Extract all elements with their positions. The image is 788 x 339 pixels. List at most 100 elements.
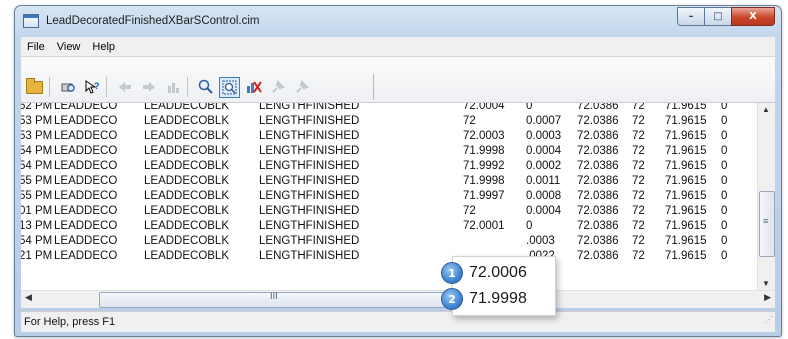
menu-help[interactable]: Help xyxy=(86,41,121,53)
minimize-button[interactable]: – xyxy=(677,7,705,26)
lcl-cell: 71.9615 xyxy=(665,145,707,157)
ucl-cell: 72.0386 xyxy=(577,145,619,157)
pin-icon[interactable] xyxy=(267,77,288,98)
flag-cell: 0 xyxy=(721,250,728,262)
minimize-icon: – xyxy=(688,11,694,22)
range-cell: .0003 xyxy=(526,235,555,247)
ucl-cell: 72.0386 xyxy=(577,220,619,232)
menu-file[interactable]: File xyxy=(21,41,51,53)
flag-cell: 0 xyxy=(721,175,728,187)
print-preview-icon[interactable] xyxy=(57,77,78,98)
callout-value: 72.0006 xyxy=(469,264,527,281)
characteristic-cell: LENGTHFINISHED xyxy=(259,235,360,247)
status-text: For Help, press F1 xyxy=(24,316,116,328)
block-cell: LEADDECOBLK xyxy=(144,205,230,217)
part-cell: LEADDECO xyxy=(54,235,118,247)
size-grip-icon[interactable]: ⋰ xyxy=(765,310,773,330)
center-cell: 72 xyxy=(632,220,645,232)
range-cell: 0 xyxy=(526,220,533,232)
menu-bar: File View Help xyxy=(21,37,775,57)
characteristic-cell: LENGTHFINISHED xyxy=(259,220,360,232)
zoom-icon[interactable] xyxy=(195,77,216,98)
ucl-cell: 72.0386 xyxy=(577,250,619,262)
center-cell: 72 xyxy=(632,160,645,172)
part-cell: LEADDECO xyxy=(54,103,118,112)
scroll-right-icon[interactable]: ▶ xyxy=(764,293,771,303)
chart-delete-icon[interactable] xyxy=(243,77,264,98)
value-cell: 72 xyxy=(463,115,476,127)
callout-item: 2 71.9998 xyxy=(441,286,527,312)
window-controls: – □ X xyxy=(677,7,775,26)
characteristic-cell: LENGTHFINISHED xyxy=(259,145,360,157)
ucl-cell: 72.0386 xyxy=(577,103,619,112)
open-icon[interactable] xyxy=(24,77,45,98)
callout-badge: 1 xyxy=(441,262,463,284)
data-grid[interactable]: 52 PM LEADDECO LEADDECOBLK LENGTHFINISHED 72… xyxy=(21,103,775,290)
characteristic-cell: LENGTHFINISHED xyxy=(259,103,360,112)
scroll-up-icon[interactable]: ▲ xyxy=(762,105,770,114)
maximize-icon: □ xyxy=(713,11,723,22)
value-cell: 72.0004 xyxy=(463,103,505,112)
characteristic-cell: LENGTHFINISHED xyxy=(259,160,360,172)
block-cell: LEADDECOBLK xyxy=(144,190,230,202)
flag-cell: 0 xyxy=(721,145,728,157)
home-icon[interactable] xyxy=(162,77,183,98)
menu-view[interactable]: View xyxy=(51,41,87,53)
block-cell: LEADDECOBLK xyxy=(144,103,230,112)
block-cell: LEADDECOBLK xyxy=(144,145,230,157)
part-cell: LEADDECO xyxy=(54,130,118,142)
horizontal-scrollbar[interactable]: ◀ III ▶ xyxy=(21,290,775,308)
maximize-button[interactable]: □ xyxy=(704,7,732,26)
callout-badge: 2 xyxy=(441,288,463,310)
callout-value: 71.9998 xyxy=(469,290,527,307)
characteristic-cell: LENGTHFINISHED xyxy=(259,175,360,187)
block-cell: LEADDECOBLK xyxy=(144,175,230,187)
svg-text:?: ? xyxy=(94,81,100,91)
flag-cell: 0 xyxy=(721,103,728,112)
lcl-cell: 71.9615 xyxy=(665,235,707,247)
pin-alt-icon[interactable] xyxy=(291,77,312,98)
back-icon[interactable] xyxy=(114,77,135,98)
zoom-rect-icon[interactable] xyxy=(219,76,240,98)
time-cell: 52 PM xyxy=(21,103,53,112)
scroll-grip-icon: III xyxy=(270,292,278,302)
range-cell: 0.0004 xyxy=(526,205,562,217)
lcl-cell: 71.9615 xyxy=(665,115,707,127)
range-cell: 0 xyxy=(526,103,533,112)
characteristic-cell: LENGTHFINISHED xyxy=(259,115,360,127)
part-cell: LEADDECO xyxy=(54,145,118,157)
lcl-cell: 71.9615 xyxy=(665,190,707,202)
block-cell: LEADDECOBLK xyxy=(144,115,230,127)
close-icon: X xyxy=(749,11,757,22)
toolbar: ? xyxy=(21,57,775,103)
part-cell: LEADDECO xyxy=(54,190,118,202)
center-cell: 72 xyxy=(632,145,645,157)
ucl-cell: 72.0386 xyxy=(577,130,619,142)
context-help-icon[interactable]: ? xyxy=(81,77,102,98)
ucl-cell: 72.0386 xyxy=(577,235,619,247)
forward-icon[interactable] xyxy=(138,77,159,98)
horizontal-scroll-thumb[interactable]: III xyxy=(99,292,453,308)
characteristic-cell: LENGTHFINISHED xyxy=(259,205,360,217)
center-cell: 72 xyxy=(632,190,645,202)
flag-cell: 0 xyxy=(721,205,728,217)
status-bar: For Help, press F1 ⋰ xyxy=(21,311,775,332)
block-cell: LEADDECOBLK xyxy=(144,220,230,232)
scroll-left-icon[interactable]: ◀ xyxy=(25,293,32,303)
flag-cell: 0 xyxy=(721,220,728,232)
center-cell: 72 xyxy=(632,103,645,112)
lcl-cell: 71.9615 xyxy=(665,130,707,142)
part-cell: LEADDECO xyxy=(54,250,118,262)
close-button[interactable]: X xyxy=(731,7,775,26)
vertical-scrollbar[interactable]: ▲ ▼ xyxy=(757,103,775,290)
center-cell: 72 xyxy=(632,250,645,262)
value-cell: 71.9998 xyxy=(463,175,505,187)
center-cell: 72 xyxy=(632,235,645,247)
ucl-cell: 72.0386 xyxy=(577,205,619,217)
title-bar[interactable]: LeadDecoratedFinishedXBarSControl.cim – … xyxy=(15,6,781,36)
ucl-cell: 72.0386 xyxy=(577,115,619,127)
scroll-down-icon[interactable]: ▼ xyxy=(762,279,770,288)
time-cell: 54 PM xyxy=(21,145,53,157)
vertical-scroll-thumb[interactable] xyxy=(759,191,775,257)
characteristic-cell: LENGTHFINISHED xyxy=(259,190,360,202)
